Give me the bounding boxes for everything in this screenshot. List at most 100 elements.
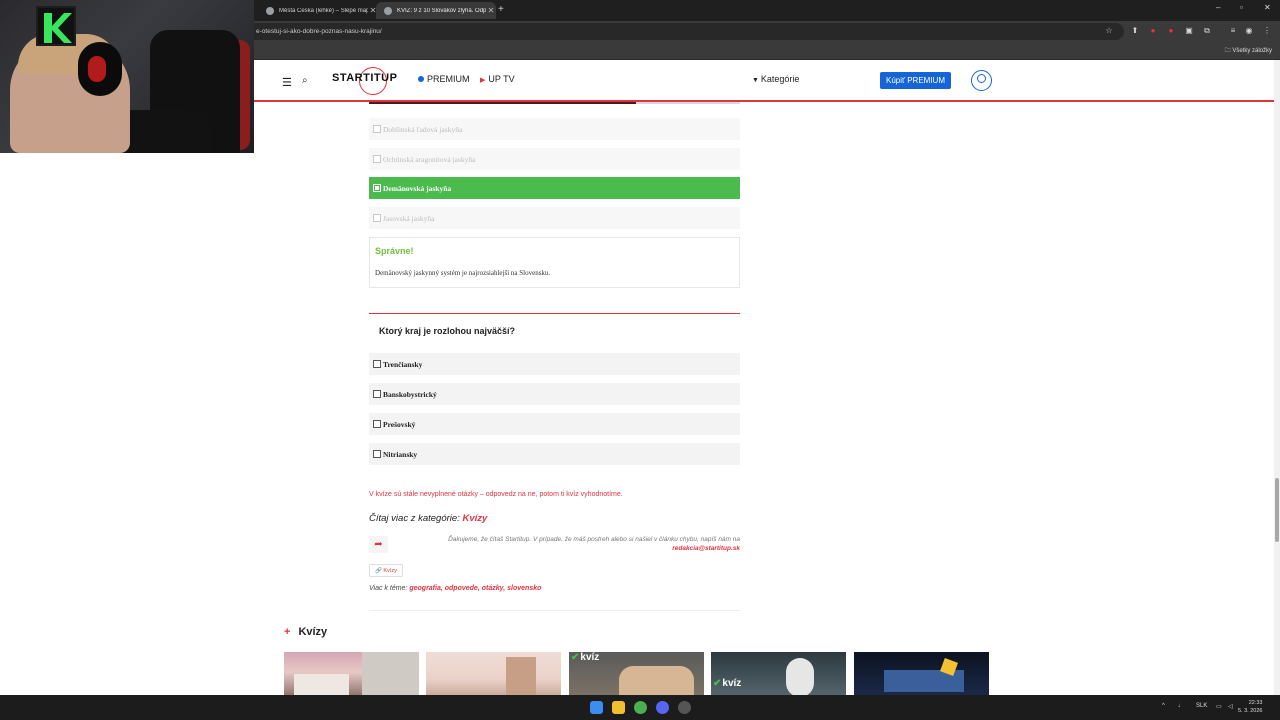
extension-icon[interactable]: ⬆ <box>1130 26 1140 36</box>
tab-title: Města Česka (lehké) – Slepé mapy <box>279 7 368 14</box>
checkbox-icon <box>373 155 381 163</box>
profile-icon[interactable]: ◉ <box>1244 26 1254 36</box>
minimize-button[interactable]: – <box>1216 3 1220 12</box>
answer-feedback-box: Správne! Demänovský jaskynný systém je n… <box>369 237 740 288</box>
answer-option[interactable]: Nitriansky <box>369 443 740 465</box>
tab-title: KVÍZ: 9 z 10 Slovákov zlyhá. Odp <box>397 7 486 14</box>
tab-favicon-icon <box>384 6 392 15</box>
section-separator <box>369 610 740 611</box>
answer-option[interactable]: Banskobystrický <box>369 383 740 405</box>
prev-option: Dobšinská ľadová jaskyňa <box>369 118 740 140</box>
related-article-thumbnail[interactable]: kvíz <box>569 652 704 695</box>
browser-tab-strip: Města Česka (lehké) – Slepé mapy ✕ KVÍZ:… <box>254 0 1280 21</box>
category-link[interactable]: Kvízy <box>462 513 487 524</box>
close-window-button[interactable]: ✕ <box>1264 3 1271 12</box>
address-bar[interactable]: e-otestuj-si-ako-dobre-poznas-nasu-kraji… <box>254 23 1124 40</box>
play-icon: ▶ <box>480 77 486 84</box>
related-article-thumbnail[interactable] <box>854 652 989 695</box>
network-icon[interactable]: ▭ <box>1216 703 1222 710</box>
article-content: Dobšinská ľadová jaskyňa Ochtinská arago… <box>254 102 1274 695</box>
k-glyph-icon <box>44 13 72 43</box>
search-icon[interactable]: ⌕ <box>302 75 308 86</box>
thanks-note: Ďakujeme, že čítaš Startitup. V prípade,… <box>404 535 740 553</box>
thanks-text: Ďakujeme, že čítaš Startitup. V prípade,… <box>448 536 740 543</box>
checkbox-icon[interactable] <box>373 450 381 458</box>
obs-icon[interactable] <box>678 701 691 714</box>
start-icon[interactable] <box>590 701 603 714</box>
chrome-icon[interactable] <box>634 701 647 714</box>
option-label: Banskobystrický <box>383 389 437 399</box>
more-from-category: Čítaj viac z kategórie: Kvízy <box>369 513 487 524</box>
categories-dropdown[interactable]: ▼ Kategórie <box>752 74 799 84</box>
buy-premium-button[interactable]: Kúpiť PREMIUM <box>880 72 951 89</box>
extensions-menu-icon[interactable]: ⧉ <box>1202 26 1212 36</box>
new-tab-button[interactable]: + <box>498 4 504 15</box>
related-article-thumbnail[interactable]: kvíz <box>711 652 846 695</box>
nav-premium[interactable]: PREMIUM <box>418 74 470 84</box>
checkbox-icon[interactable] <box>373 390 381 398</box>
system-clock[interactable]: 22:33 5. 3. 2026 <box>1238 699 1262 715</box>
page-scrollbar[interactable] <box>1274 60 1280 695</box>
tab-favicon-icon <box>266 6 274 15</box>
site-header: ☰ ⌕ STARTITUP PREMIUM ▶ UP TV ▼ Kategórie… <box>254 60 1274 102</box>
caret-down-icon: ▼ <box>752 77 761 84</box>
site-logo[interactable]: STARTITUP <box>332 72 397 84</box>
nav-uptv[interactable]: ▶ UP TV <box>480 74 515 84</box>
restore-button[interactable]: ▫ <box>1240 3 1243 12</box>
hamburger-menu-icon[interactable]: ☰ <box>282 76 292 89</box>
plus-icon: + <box>284 626 291 638</box>
user-avatar-icon[interactable] <box>971 70 992 91</box>
quiz-question: Ktorý kraj je rozlohou najväčší? <box>379 326 516 336</box>
topic-link[interactable]: geografia, <box>409 585 442 592</box>
checkbox-icon[interactable] <box>373 360 381 368</box>
topic-link[interactable]: odpovede, <box>445 585 480 592</box>
clock-date: 5. 3. 2026 <box>1238 708 1263 714</box>
related-article-thumbnail[interactable] <box>284 652 419 695</box>
quiz-progress-fill <box>369 102 637 104</box>
more-menu-icon[interactable]: ⋮ <box>1262 26 1272 36</box>
option-label: Dobšinská ľadová jaskyňa <box>383 124 463 134</box>
scrollbar-thumb[interactable] <box>1275 478 1279 542</box>
tag-chip[interactable]: 🔗 Kvízy <box>369 564 403 577</box>
topic-link[interactable]: otázky, <box>482 585 505 592</box>
clock-time: 22:33 <box>1248 700 1263 706</box>
mask-image <box>786 658 814 695</box>
extension-puzzle-icon[interactable]: ▣ <box>1184 26 1194 36</box>
tab-close-icon[interactable]: ✕ <box>486 6 496 15</box>
volume-icon[interactable]: ◁ <box>1228 703 1233 710</box>
option-label: Nitriansky <box>383 449 418 459</box>
extension-badge-icon[interactable]: ● <box>1166 26 1176 36</box>
media-icon[interactable]: ≡ <box>1228 26 1238 36</box>
discord-icon[interactable] <box>656 701 669 714</box>
language-indicator[interactable]: SLK <box>1196 703 1207 709</box>
option-label: Ochtinská aragonitová jaskyňa <box>383 154 476 164</box>
bookmark-star-icon[interactable]: ☆ <box>1104 26 1114 36</box>
section-title-text[interactable]: Kvízy <box>298 626 327 638</box>
file-explorer-icon[interactable] <box>612 701 625 714</box>
answer-option[interactable]: Prešovský <box>369 413 740 435</box>
tray-mic-icon[interactable]: ♩ <box>1178 703 1184 709</box>
taskbar: ^ ♩ SLK ▭ ◁ 22:33 5. 3. 2026 <box>0 695 1280 720</box>
checkbox-icon[interactable] <box>373 420 381 428</box>
prev-option-correct: Demänovská jaskyňa <box>369 177 740 199</box>
option-label: Prešovský <box>383 419 416 429</box>
tag-chip-label: Kvízy <box>383 568 397 574</box>
topic-link[interactable]: slovensko <box>507 585 541 592</box>
tray-chevron-icon[interactable]: ^ <box>1162 703 1165 709</box>
more-prefix: Čítaj viac z kategórie: <box>369 513 463 524</box>
related-article-thumbnail[interactable] <box>426 652 561 695</box>
tab-inactive[interactable]: Města Česka (lehké) – Slepé mapy ✕ <box>258 2 378 19</box>
extension-red-icon[interactable]: ● <box>1148 26 1158 36</box>
premium-dot-icon <box>418 76 424 82</box>
answer-option[interactable]: Trenčiansky <box>369 353 740 375</box>
related-topics: Viac k téme: geografia, odpovede, otázky… <box>369 585 541 592</box>
checkbox-icon <box>373 214 381 222</box>
tab-active[interactable]: KVÍZ: 9 z 10 Slovákov zlyhá. Odp ✕ <box>376 2 496 19</box>
all-bookmarks-button[interactable]: Všetky záložky <box>1225 46 1272 56</box>
nav-uptv-label: UP TV <box>488 74 515 84</box>
share-icon[interactable]: ➦ <box>369 536 388 553</box>
quiz-warning: V kvíze sú stále nevyplnené otázky – odp… <box>369 491 623 498</box>
portrait-image <box>362 652 419 695</box>
prev-option: Jasovská jaskyňa <box>369 207 740 229</box>
editorial-email-link[interactable]: redakcia@startitup.sk <box>672 545 740 552</box>
